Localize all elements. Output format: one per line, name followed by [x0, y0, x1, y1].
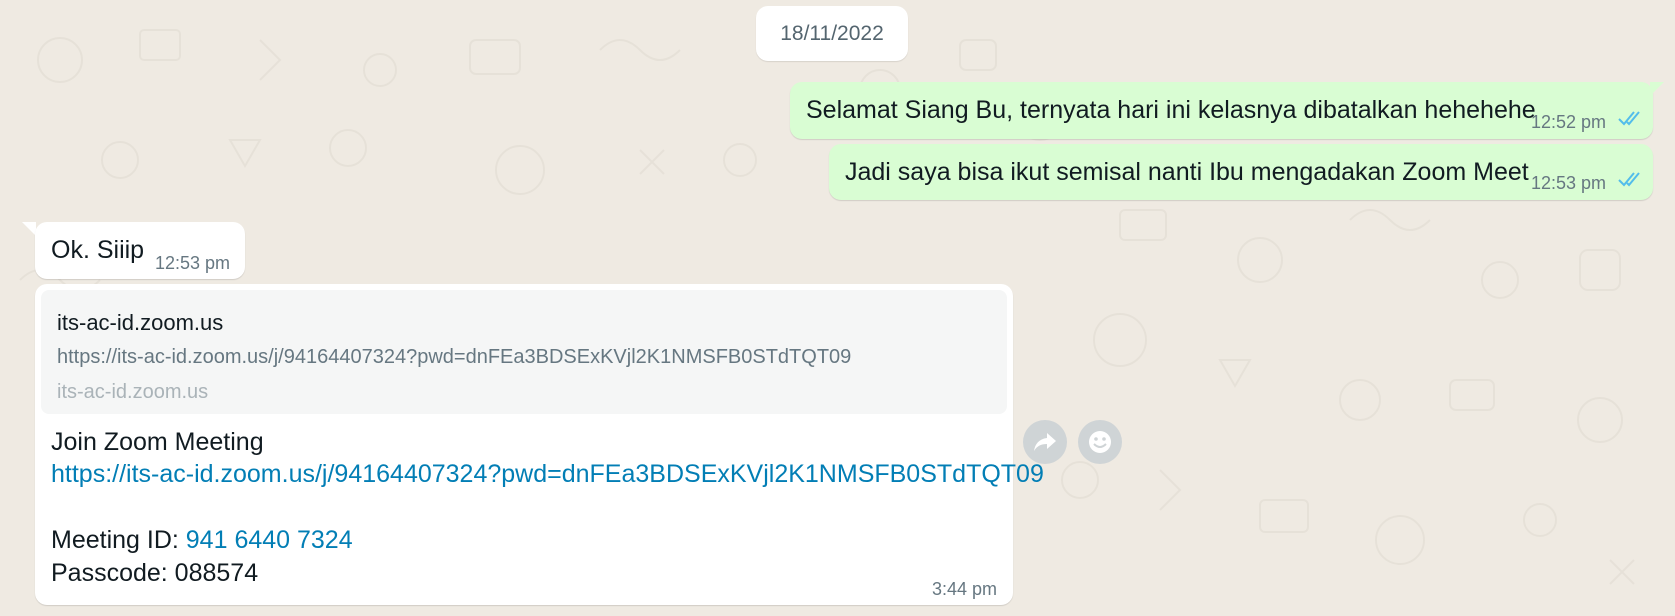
zoom-meeting-link[interactable]: https://its-ac-id.zoom.us/j/94164407324?… [51, 460, 1044, 489]
link-preview-domain: its-ac-id.zoom.us [57, 381, 209, 403]
outgoing-message-bubble[interactable]: Jadi saya bisa ikut semisal nanti Ibu me… [829, 144, 1653, 200]
message-time: 12:53 pm [155, 253, 231, 273]
forward-icon [1034, 433, 1056, 451]
passcode-text: Passcode: 088574 [51, 559, 259, 587]
message-text: Jadi saya bisa ikut semisal nanti Ibu me… [845, 158, 1529, 186]
forward-button[interactable] [1023, 420, 1067, 464]
link-preview-url: https://its-ac-id.zoom.us/j/94164407324?… [57, 346, 852, 368]
bubble-tail [22, 222, 36, 236]
message-text: Join Zoom Meeting [51, 428, 264, 456]
incoming-message-bubble[interactable]: Ok. Siiip 12:53 pm [35, 222, 245, 279]
link-preview-title: its-ac-id.zoom.us [57, 310, 224, 335]
incoming-link-message-bubble[interactable]: its-ac-id.zoom.us https://its-ac-id.zoom… [35, 284, 1044, 605]
message-text: Ok. Siiip [51, 236, 145, 264]
read-ticks-icon [1618, 172, 1640, 187]
link-preview-card[interactable]: its-ac-id.zoom.us https://its-ac-id.zoom… [41, 290, 1007, 414]
meeting-id-link[interactable]: 941 6440 7324 [186, 526, 353, 554]
meeting-id-label: Meeting ID: [51, 526, 186, 554]
emoji-icon [1089, 431, 1111, 453]
bubble-tail [1650, 82, 1664, 96]
message-time: 12:53 pm [1531, 173, 1607, 193]
meeting-id-line: Meeting ID: 941 6440 7324 [51, 526, 353, 555]
message-time: 12:52 pm [1531, 112, 1607, 132]
message-time: 3:44 pm [932, 579, 998, 599]
read-ticks-icon [1618, 111, 1640, 126]
emoji-reaction-button[interactable] [1078, 420, 1122, 464]
outgoing-message-bubble[interactable]: Selamat Siang Bu, ternyata hari ini kela… [790, 82, 1653, 139]
message-text: Selamat Siang Bu, ternyata hari ini kela… [806, 96, 1536, 124]
date-separator: 18/11/2022 [756, 6, 908, 61]
